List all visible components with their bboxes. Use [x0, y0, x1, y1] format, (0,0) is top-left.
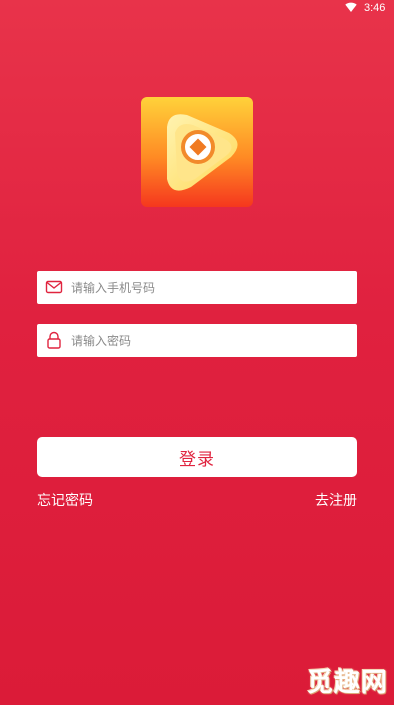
forgot-password-link[interactable]: 忘记密码	[37, 490, 93, 510]
watermark-text: 觅趣网	[306, 668, 388, 698]
phone-field[interactable]	[37, 271, 357, 304]
login-button[interactable]: 登录	[37, 437, 357, 477]
app-logo	[141, 97, 253, 207]
watermark: 觅趣网	[307, 662, 388, 699]
mail-icon	[45, 280, 63, 294]
status-time: 3:46	[364, 2, 386, 14]
password-field[interactable]	[37, 324, 357, 357]
lock-icon	[47, 331, 61, 349]
coin-play-logo-icon	[141, 97, 253, 207]
wifi-icon	[345, 2, 357, 12]
phone-input[interactable]	[71, 271, 341, 304]
password-input[interactable]	[71, 324, 341, 357]
status-bar: 3:46	[0, 0, 394, 16]
register-link[interactable]: 去注册	[315, 490, 357, 510]
